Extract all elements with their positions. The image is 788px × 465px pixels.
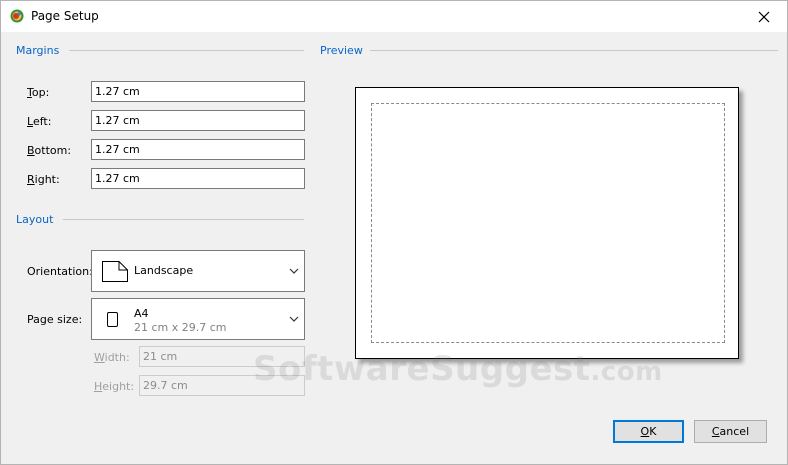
preview-divider (370, 50, 778, 51)
close-button[interactable] (741, 1, 787, 32)
width-label: Width: (94, 351, 130, 364)
chevron-down-icon (289, 268, 299, 274)
preview-margin-area (371, 103, 725, 343)
height-label: Height: (94, 380, 135, 393)
close-icon (758, 11, 770, 22)
page-setup-dialog: Page Setup Margins Top: 1.27 cm Left: 1.… (0, 0, 788, 465)
preview-page (355, 87, 739, 359)
page-size-dropdown[interactable]: A4 21 cm x 29.7 cm (91, 298, 305, 340)
orientation-value: Landscape (134, 264, 194, 277)
preview-heading: Preview (320, 44, 363, 57)
cancel-button[interactable]: Cancel (694, 420, 767, 443)
right-label: Right: (27, 173, 60, 186)
right-margin-input[interactable]: 1.27 cm (91, 168, 305, 189)
ok-button[interactable]: OK (613, 420, 684, 443)
bottom-label: Bottom: (27, 144, 72, 157)
portrait-page-icon (107, 312, 118, 327)
left-label: Left: (27, 115, 52, 128)
watermark: SoftwareSuggest.com (253, 349, 663, 389)
layout-heading: Layout (16, 213, 54, 226)
margins-heading: Margins (16, 44, 60, 57)
top-margin-input[interactable]: 1.27 cm (91, 81, 305, 102)
orientation-label: Orientation: (27, 265, 93, 278)
top-label: Top: (27, 86, 50, 99)
page-size-label: Page size: (27, 313, 83, 326)
orientation-dropdown[interactable]: Landscape (91, 250, 305, 292)
title-bar: Page Setup (1, 1, 787, 32)
landscape-page-icon (102, 261, 128, 282)
left-margin-input[interactable]: 1.27 cm (91, 110, 305, 131)
chevron-down-icon (289, 316, 299, 322)
bottom-margin-input[interactable]: 1.27 cm (91, 139, 305, 160)
page-size-dims: 21 cm x 29.7 cm (134, 321, 227, 334)
app-icon (10, 9, 24, 23)
window-title: Page Setup (31, 9, 99, 23)
page-size-name: A4 (134, 307, 149, 320)
margins-divider (69, 50, 304, 51)
layout-divider (63, 219, 304, 220)
